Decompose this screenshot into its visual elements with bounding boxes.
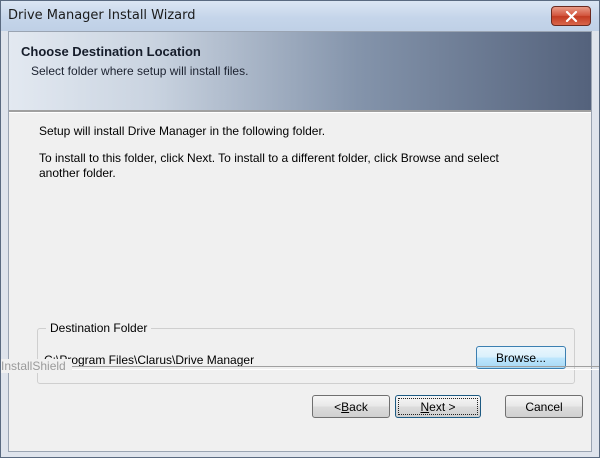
footer-separator	[1, 366, 599, 370]
instruction-text-line1: To install to this folder, click Next. T…	[39, 151, 499, 165]
destination-path: C:\Program Files\Clarus\Drive Manager	[44, 353, 255, 367]
install-location-text: Setup will install Drive Manager in the …	[39, 124, 326, 138]
destination-folder-group: Destination Folder C:\Program Files\Clar…	[37, 321, 575, 384]
close-button[interactable]	[551, 6, 591, 26]
title-bar[interactable]: Drive Manager Install Wizard	[1, 1, 599, 31]
cancel-button[interactable]: Cancel	[505, 395, 583, 418]
focus-rectangle	[398, 398, 478, 415]
window-title: Drive Manager Install Wizard	[8, 8, 196, 23]
next-button[interactable]: Next >	[395, 395, 481, 418]
browse-button-label: Browse...	[495, 350, 546, 365]
cancel-button-label: Cancel	[525, 399, 563, 414]
close-icon	[565, 11, 578, 22]
destination-folder-label: Destination Folder	[46, 321, 152, 335]
installer-window: Drive Manager Install Wizard Choose Dest…	[0, 0, 600, 458]
page-title: Choose Destination Location	[21, 44, 201, 59]
wizard-client-area: Choose Destination Location Select folde…	[8, 31, 592, 452]
header-divider	[9, 110, 591, 113]
header-banner: Choose Destination Location Select folde…	[9, 32, 591, 110]
back-button[interactable]: < Back	[312, 395, 390, 418]
page-subtitle: Select folder where setup will install f…	[31, 64, 249, 78]
instruction-text-line2: another folder.	[39, 166, 116, 180]
installshield-brand: InstallShield	[1, 359, 72, 373]
